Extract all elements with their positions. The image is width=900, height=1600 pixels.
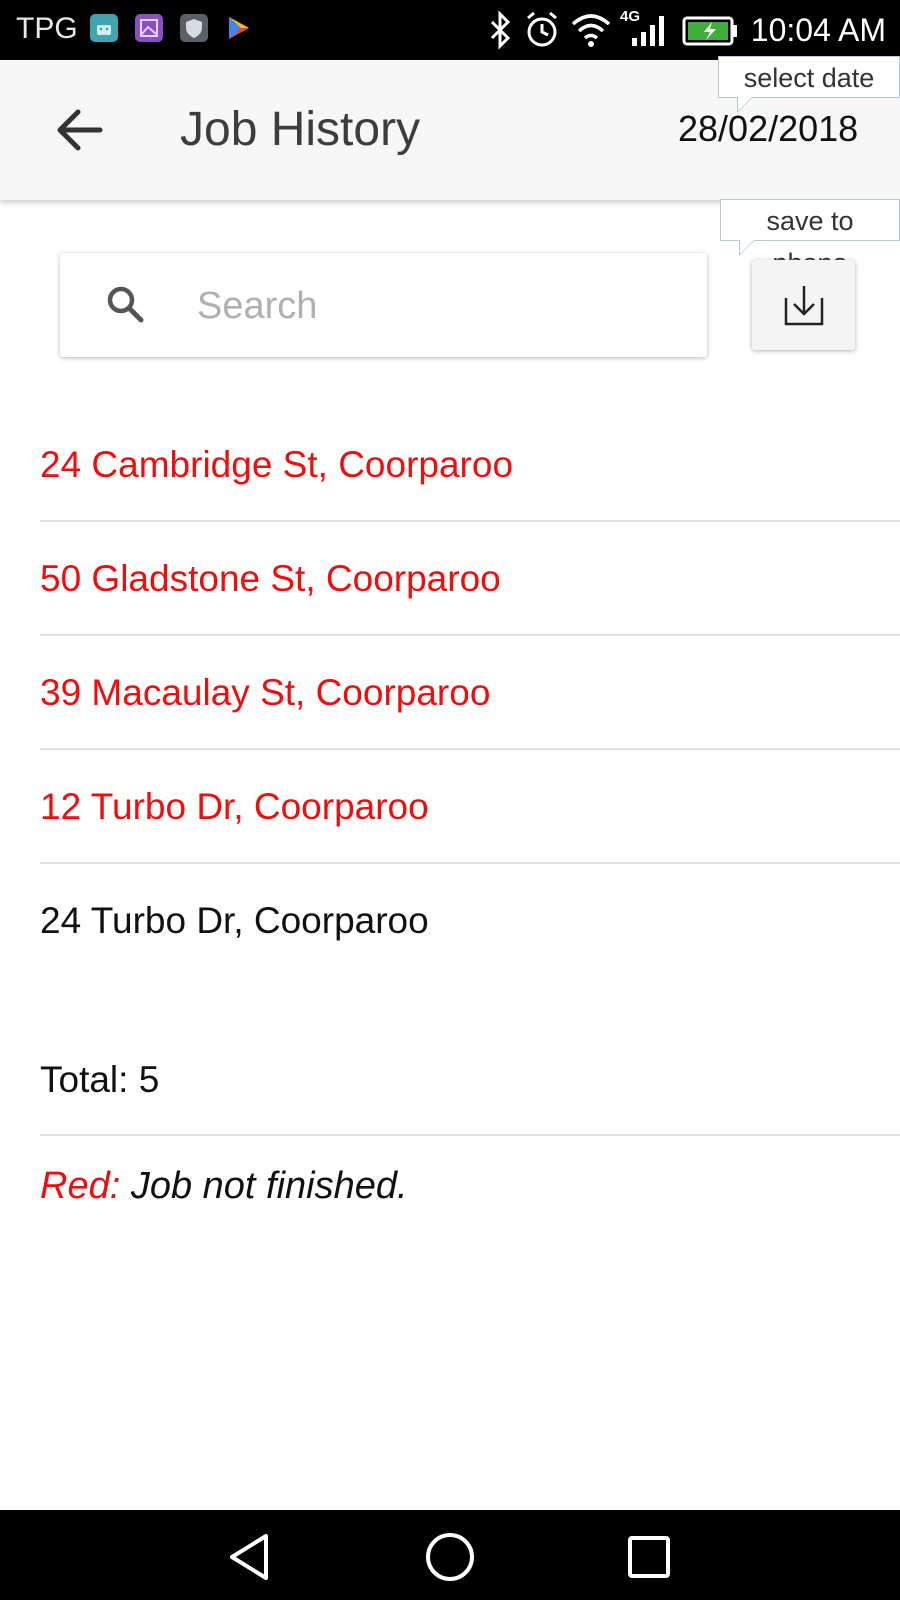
save-to-phone-button[interactable]: [752, 260, 855, 350]
battery-charging-icon: [682, 10, 740, 55]
total-count: Total: 5: [40, 1040, 900, 1136]
gallery-icon: [135, 14, 163, 42]
job-list-item[interactable]: 39 Macaulay St, Coorparoo: [40, 636, 900, 750]
select-date-tooltip-text: select date: [743, 63, 875, 93]
play-store-icon: [225, 14, 253, 42]
download-icon: [784, 286, 824, 326]
job-list-item[interactable]: 12 Turbo Dr, Coorparoo: [40, 750, 900, 864]
job-list: 24 Cambridge St, Coorparoo 50 Gladstone …: [40, 408, 900, 978]
status-bar: TPG 4G 10:04 AM: [0, 0, 900, 60]
search-input[interactable]: [195, 279, 679, 333]
job-list-item[interactable]: 24 Turbo Dr, Coorparoo: [40, 864, 900, 978]
select-date-tooltip: select date: [718, 56, 900, 113]
android-icon: [90, 14, 118, 42]
shield-icon: [180, 14, 208, 42]
legend-text: Job not finished.: [120, 1165, 408, 1207]
bluetooth-icon: [486, 10, 514, 55]
nav-home-button[interactable]: [423, 1530, 477, 1584]
square-recents-icon: [628, 1536, 670, 1578]
legend-key: Red:: [40, 1165, 121, 1207]
job-list-item[interactable]: 50 Gladstone St, Coorparoo: [40, 522, 900, 636]
page-title: Job History: [180, 103, 421, 156]
search-icon: [104, 283, 148, 327]
wifi-icon: [570, 10, 612, 55]
color-legend: Red: Job not finished.: [40, 1165, 408, 1208]
date-picker-value[interactable]: 28/02/2018: [678, 108, 858, 150]
signal-icon: 4G: [620, 8, 670, 55]
nav-recents-button[interactable]: [622, 1530, 676, 1584]
triangle-back-icon: [230, 1534, 268, 1580]
job-list-item[interactable]: 24 Cambridge St, Coorparoo: [40, 408, 900, 522]
back-button[interactable]: [50, 100, 110, 160]
network-type-label: 4G: [620, 8, 641, 25]
circle-home-icon: [426, 1533, 474, 1581]
clock: 10:04 AM: [750, 12, 886, 48]
search-box[interactable]: [60, 253, 707, 357]
navigation-bar: [0, 1510, 900, 1600]
carrier-label: TPG: [16, 12, 78, 45]
alarm-icon: [524, 10, 560, 55]
arrow-left-icon: [57, 109, 103, 151]
save-to-phone-tooltip: save to phone: [720, 199, 900, 278]
nav-back-button[interactable]: [224, 1530, 278, 1584]
